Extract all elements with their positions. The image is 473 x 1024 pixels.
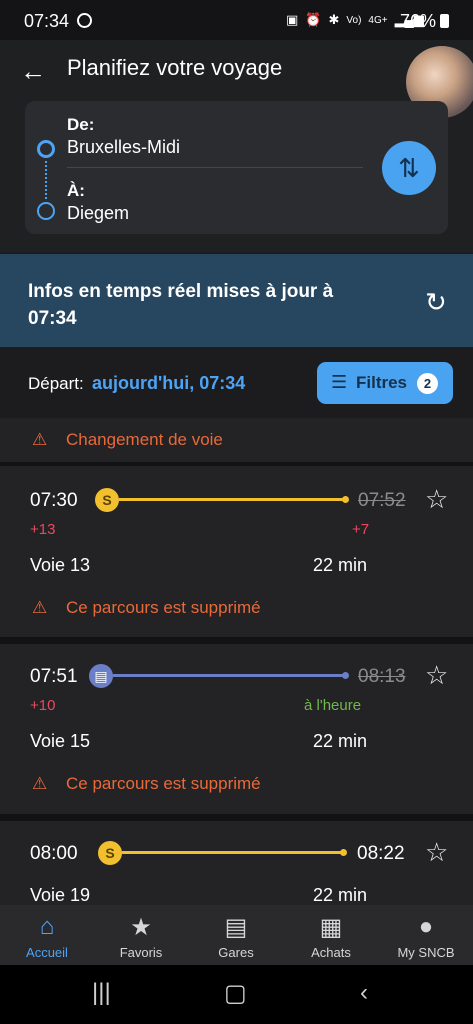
- favorite-star-icon[interactable]: ☆: [425, 837, 448, 868]
- status-bar: 07:34 ▣ ⏰ ✱ Vo) 4G+ ▂▄▆ 76%: [0, 0, 473, 40]
- qr-code-icon: ▦: [319, 914, 343, 941]
- nav-label: My SNCB: [397, 945, 455, 960]
- departure-label: Départ:: [28, 374, 84, 393]
- nav-home[interactable]: ⌂ Accueil: [0, 905, 94, 965]
- trip-card[interactable]: 08:00 S 08:22 ☆ Voie 19 22 min: [0, 821, 473, 905]
- trip-duration: 22 min: [313, 731, 368, 751]
- nav-purchases[interactable]: ▦ Achats: [284, 905, 378, 965]
- warning-triangle-icon: ⚠: [32, 430, 48, 449]
- bottom-navigation: ⌂ Accueil ★ Favoris ▤ Gares ▦ Achats ● M…: [0, 905, 473, 965]
- arrival-delay: +7: [352, 521, 370, 538]
- home-button-icon[interactable]: ▢: [224, 979, 247, 1008]
- volte-icon: Vo): [346, 14, 362, 26]
- nav-stations[interactable]: ▤ Gares: [189, 905, 283, 965]
- swap-stations-button[interactable]: ⇅: [382, 141, 436, 195]
- station-icon: ▤: [224, 914, 248, 941]
- trip-warning: ⚠ Ce parcours est supprimé: [32, 774, 261, 794]
- trip-line-end: [340, 849, 347, 856]
- departure-time-selector[interactable]: aujourd'hui, 07:34: [92, 373, 245, 394]
- nav-label: Favoris: [119, 945, 163, 960]
- platform-label: Voie 19: [30, 885, 91, 905]
- trip-warning: ⚠ Ce parcours est supprimé: [32, 598, 261, 618]
- departure-delay: +13: [30, 521, 56, 538]
- sliders-icon: ☰: [331, 372, 348, 392]
- warning-triangle-icon: ⚠: [32, 774, 48, 793]
- trip-card[interactable]: 07:51 ▤ 08:13 ☆ +10 à l'heure Voie 15 22…: [0, 644, 473, 814]
- trip-duration: 22 min: [313, 555, 368, 575]
- warning-text: Changement de voie: [66, 430, 223, 449]
- filters-button[interactable]: ☰ Filtres 2: [317, 362, 453, 404]
- to-station-field[interactable]: Diegem: [67, 203, 129, 224]
- star-icon: ★: [130, 914, 152, 941]
- destination-dot-icon: [37, 202, 55, 220]
- arrival-status: à l'heure: [304, 697, 362, 714]
- home-icon: ⌂: [39, 913, 55, 940]
- trip-card[interactable]: 07:30 S 07:52 ☆ +13 +7 Voie 13 22 min ⚠ C…: [0, 466, 473, 637]
- arrival-time: 08:13: [358, 666, 406, 687]
- trip-line: [113, 674, 346, 677]
- messenger-icon: [77, 13, 92, 28]
- status-time: 07:34: [24, 11, 70, 31]
- alarm-icon: ⏰: [305, 12, 322, 27]
- route-line: [45, 161, 47, 199]
- battery-saver-icon: ▣: [286, 12, 299, 27]
- realtime-banner: Infos en temps réel mises à jour à 07:34…: [0, 254, 473, 347]
- operator-s-icon: S: [95, 488, 119, 512]
- trip-results-list[interactable]: ⚠ Changement de voie 07:30 S 07:52 ☆ +13 …: [0, 418, 473, 905]
- warning-text: Ce parcours est supprimé: [66, 774, 261, 793]
- back-nav-icon[interactable]: ‹: [360, 979, 368, 1007]
- trip-warning: ⚠ Changement de voie: [32, 430, 223, 450]
- nav-my-sncb[interactable]: ● My SNCB: [379, 905, 473, 965]
- departure-row: Départ: aujourd'hui, 07:34 ☰ Filtres 2: [0, 348, 473, 418]
- nav-label: Achats: [311, 945, 351, 960]
- user-icon: ●: [418, 913, 434, 940]
- nav-favorites[interactable]: ★ Favoris: [94, 905, 188, 965]
- filters-count-badge: 2: [417, 373, 438, 394]
- route-card: De: Bruxelles-Midi À: Diegem ⇅: [25, 101, 448, 234]
- trip-line-end: [342, 672, 349, 679]
- from-station-field[interactable]: Bruxelles-Midi: [67, 137, 180, 158]
- trip-line: [119, 498, 346, 501]
- departure-time: 08:00: [30, 843, 78, 864]
- trip-card-partial[interactable]: ⚠ Changement de voie: [0, 418, 473, 462]
- platform-label: Voie 15: [30, 731, 91, 751]
- bluetooth-icon: ✱: [328, 12, 340, 27]
- refresh-icon[interactable]: ↻: [425, 287, 447, 318]
- page-title: Planifiez votre voyage: [67, 55, 283, 80]
- swap-arrows-icon: ⇅: [398, 153, 420, 183]
- departure-time: 07:51: [30, 666, 78, 687]
- trip-line: [122, 851, 344, 854]
- realtime-info-text: Infos en temps réel mises à jour à 07:34: [28, 281, 334, 329]
- train-icon: ▤: [89, 664, 113, 688]
- warning-triangle-icon: ⚠: [32, 598, 48, 617]
- trip-planner-header: ← Planifiez votre voyage De: Bruxelles-M…: [0, 40, 473, 252]
- nav-label: Accueil: [26, 945, 68, 960]
- warning-text: Ce parcours est supprimé: [66, 598, 261, 617]
- arrival-time: 08:22: [357, 843, 405, 864]
- arrival-time: 07:52: [358, 490, 406, 511]
- filters-label: Filtres: [356, 373, 408, 392]
- battery-percent: 76%: [400, 11, 437, 31]
- 4g-icon: 4G+: [368, 14, 388, 26]
- to-label: À:: [67, 181, 85, 200]
- recent-apps-icon[interactable]: |||: [92, 979, 111, 1007]
- battery-icon: [440, 14, 449, 28]
- favorite-star-icon[interactable]: ☆: [425, 484, 448, 515]
- route-divider: [67, 167, 363, 168]
- operator-s-icon: S: [98, 841, 122, 865]
- nav-label: Gares: [218, 945, 254, 960]
- back-arrow-icon[interactable]: ←: [20, 56, 46, 87]
- departure-time: 07:30: [30, 490, 78, 511]
- trip-line-end: [342, 496, 349, 503]
- departure-delay: +10: [30, 697, 56, 714]
- platform-label: Voie 13: [30, 555, 91, 575]
- origin-dot-icon: [37, 140, 55, 158]
- favorite-star-icon[interactable]: ☆: [425, 660, 448, 691]
- trip-duration: 22 min: [313, 885, 368, 905]
- from-label: De:: [67, 115, 95, 134]
- system-navigation-bar: ||| ▢ ‹: [0, 965, 473, 1024]
